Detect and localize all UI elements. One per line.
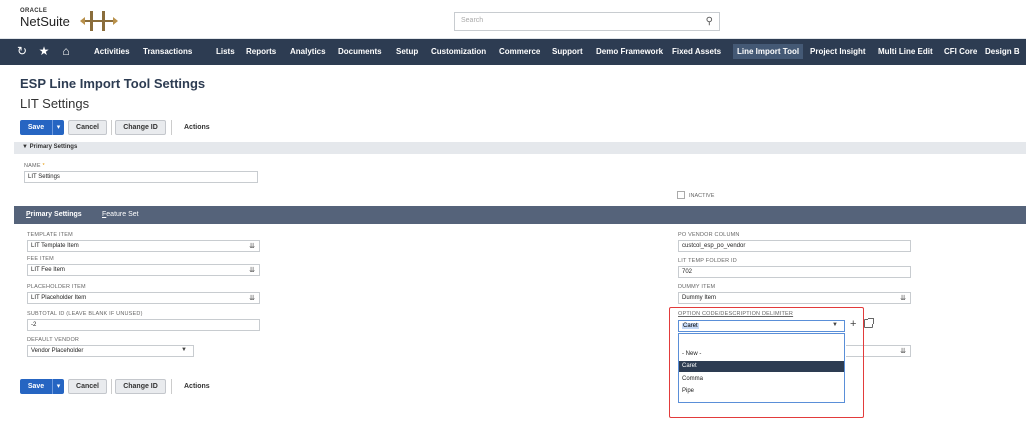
- double-chevron-down-icon: ⇊: [249, 267, 255, 274]
- double-chevron-down-icon: ⇊: [249, 295, 255, 302]
- nav-multi-line-edit[interactable]: Multi Line Edit: [878, 47, 933, 56]
- nav-line-import-tool[interactable]: Line Import Tool: [733, 44, 804, 59]
- chevron-down-icon: ▾: [56, 124, 61, 131]
- nav-activities[interactable]: Activities: [94, 47, 130, 56]
- name-field-label: NAME *: [24, 163, 45, 169]
- toolbar-divider: [171, 379, 172, 394]
- toolbar-divider: [111, 120, 112, 135]
- cancel-button[interactable]: Cancel: [68, 379, 107, 394]
- open-record-icon[interactable]: [864, 318, 874, 328]
- dropdown-arrow-icon: ▼: [832, 322, 838, 328]
- primary-settings-section-header[interactable]: ▼ Primary Settings: [14, 142, 1026, 154]
- inactive-checkbox[interactable]: [677, 191, 685, 199]
- placeholder-item-label: PLACEHOLDER ITEM: [27, 284, 86, 290]
- double-chevron-down-icon: ⇊: [249, 243, 255, 250]
- nav-setup[interactable]: Setup: [396, 47, 418, 56]
- nav-analytics[interactable]: Analytics: [290, 47, 326, 56]
- save-button[interactable]: Save: [20, 120, 52, 135]
- nav-reports[interactable]: Reports: [246, 47, 276, 56]
- template-item-select[interactable]: LIT Template Item ⇊: [27, 240, 260, 252]
- fee-item-label: FEE ITEM: [27, 256, 54, 262]
- save-menu-dropdown[interactable]: ▾: [52, 379, 64, 394]
- change-id-button[interactable]: Change ID: [115, 379, 166, 394]
- save-button[interactable]: Save: [20, 379, 52, 394]
- subtotal-id-field[interactable]: -2: [27, 319, 260, 331]
- list-item[interactable]: Caret: [679, 361, 844, 372]
- po-vendor-column-label: PO VENDOR COLUMN: [678, 232, 740, 238]
- home-icon[interactable]: ⌂: [58, 44, 74, 58]
- cancel-button[interactable]: Cancel: [68, 120, 107, 135]
- po-vendor-column-field[interactable]: custcol_esp_po_vendor: [678, 240, 911, 252]
- subtotal-id-label: SUBTOTAL ID (LEAVE BLANK IF UNUSED): [27, 311, 143, 317]
- subtab-bar: Primary Settings Feature Set: [14, 206, 1026, 224]
- inactive-label: INACTIVE: [689, 193, 715, 199]
- option-delimiter-listbox: - New - Caret Comma Pipe: [678, 333, 845, 403]
- netsuite-logo[interactable]: NetSuite: [20, 14, 70, 29]
- nav-commerce[interactable]: Commerce: [499, 47, 540, 56]
- add-new-icon[interactable]: +: [850, 318, 856, 330]
- list-item[interactable]: Comma: [679, 374, 844, 385]
- dummy-item-label: DUMMY ITEM: [678, 284, 716, 290]
- recent-records-icon[interactable]: ↻: [14, 44, 30, 58]
- save-menu-dropdown[interactable]: ▾: [52, 120, 64, 135]
- actions-menu[interactable]: Actions: [184, 120, 210, 135]
- company-logo-icon: [80, 11, 118, 31]
- placeholder-item-select[interactable]: LIT Placeholder Item ⇊: [27, 292, 260, 304]
- default-vendor-select[interactable]: Vendor Placeholder ▼: [27, 345, 194, 357]
- nav-support[interactable]: Support: [552, 47, 583, 56]
- double-chevron-down-icon: ⇊: [900, 295, 906, 302]
- tab-primary-settings[interactable]: Primary Settings: [26, 211, 82, 218]
- top-header: ORACLE NetSuite Search ⚲: [0, 0, 1026, 39]
- nav-documents[interactable]: Documents: [338, 47, 382, 56]
- double-chevron-down-icon: ⇊: [900, 348, 906, 355]
- nav-customization[interactable]: Customization: [431, 47, 486, 56]
- actions-menu[interactable]: Actions: [184, 379, 210, 394]
- nav-project-insight[interactable]: Project Insight: [810, 47, 866, 56]
- name-field[interactable]: LIT Settings: [24, 171, 258, 183]
- shortcuts-star-icon[interactable]: ★: [36, 44, 52, 58]
- record-name-title: LIT Settings: [20, 96, 90, 111]
- nav-lists[interactable]: Lists: [216, 47, 235, 56]
- toolbar-divider: [171, 120, 172, 135]
- nav-transactions[interactable]: Transactions: [143, 47, 192, 56]
- option-delimiter-label: OPTION CODE/DESCRIPTION DELIMITER: [678, 311, 794, 317]
- primary-settings-section-label: ▼ Primary Settings: [22, 144, 78, 150]
- nav-cfi-core[interactable]: CFI Core: [944, 47, 977, 56]
- option-delimiter-select[interactable]: Caret ▼: [678, 320, 845, 332]
- main-nav-bar: ↻ ★ ⌂ Activities Transactions Lists Repo…: [0, 39, 1026, 65]
- lit-temp-folder-id-label: LIT TEMP FOLDER ID: [678, 258, 737, 264]
- nav-design-b[interactable]: Design B: [985, 47, 1020, 56]
- nav-fixed-assets[interactable]: Fixed Assets: [672, 47, 721, 56]
- fee-item-select[interactable]: LIT Fee Item ⇊: [27, 264, 260, 276]
- default-vendor-label: DEFAULT VENDOR: [27, 337, 80, 343]
- global-search-input[interactable]: Search ⚲: [454, 12, 720, 31]
- search-placeholder: Search: [461, 17, 484, 24]
- list-item[interactable]: - New -: [679, 349, 844, 360]
- dropdown-arrow-icon: ▼: [181, 347, 187, 353]
- chevron-down-icon: ▾: [56, 383, 61, 390]
- tab-feature-set[interactable]: Feature Set: [102, 211, 139, 218]
- search-icon[interactable]: ⚲: [706, 16, 713, 27]
- nav-demo-framework[interactable]: Demo Framework: [596, 47, 663, 56]
- change-id-button[interactable]: Change ID: [115, 120, 166, 135]
- template-item-label: TEMPLATE ITEM: [27, 232, 73, 238]
- toolbar-divider: [111, 379, 112, 394]
- lit-temp-folder-id-field[interactable]: 702: [678, 266, 911, 278]
- list-item[interactable]: Pipe: [679, 386, 844, 397]
- list-item[interactable]: [679, 336, 844, 347]
- dummy-item-select[interactable]: Dummy Item ⇊: [678, 292, 911, 304]
- page-title: ESP Line Import Tool Settings: [20, 76, 206, 91]
